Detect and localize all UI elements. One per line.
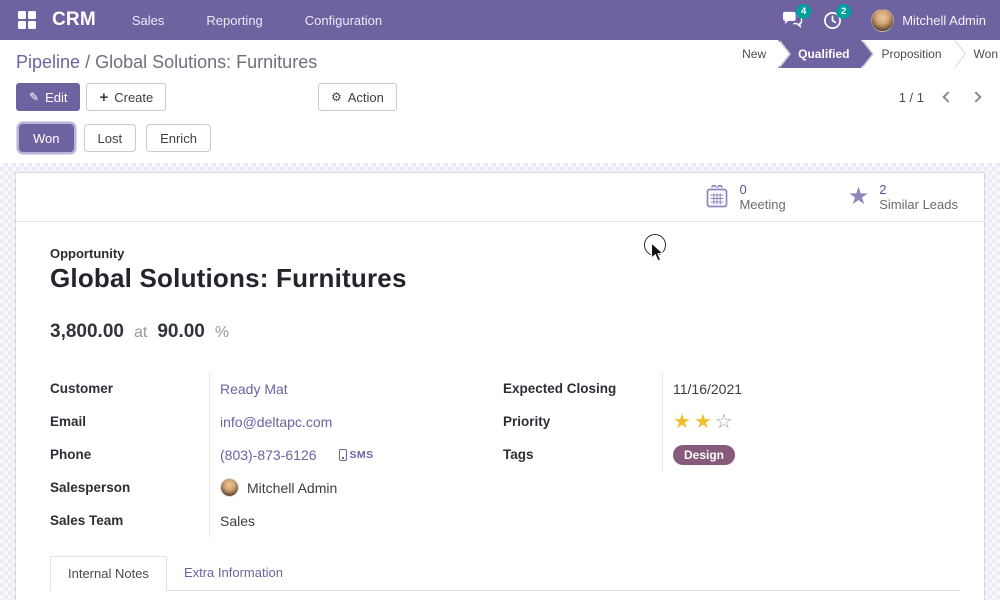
plus-icon: +: [99, 89, 108, 106]
percent-sign: %: [215, 324, 229, 342]
sms-label: SMS: [350, 449, 374, 461]
expected-closing-label: Expected Closing: [503, 381, 662, 396]
stage-qualified[interactable]: Qualified: [778, 40, 861, 68]
user-avatar: [871, 9, 894, 32]
sales-team-value: Sales: [220, 513, 255, 529]
activities-badge: 2: [836, 4, 851, 19]
expected-revenue: 3,800.00: [50, 321, 124, 343]
tags-label: Tags: [503, 447, 662, 462]
sheet-body: Opportunity Global Solutions: Furnitures…: [16, 222, 984, 591]
field-row-salesperson: Salesperson Mitchell Admin: [50, 471, 503, 504]
phone-label: Phone: [50, 447, 209, 462]
notebook-tabs: Internal NotesExtra Information: [50, 556, 960, 591]
activities-button[interactable]: 2: [817, 6, 847, 34]
amount-row: 3,800.00 at 90.00 %: [50, 321, 960, 343]
field-group-right: Expected Closing 11/16/2021 Priority ★★☆…: [503, 372, 960, 537]
create-button[interactable]: + Create: [86, 83, 166, 111]
top-navbar: CRM Sales Reporting Configuration 4 2 Mitc…: [0, 0, 1000, 40]
star-icon: ★: [848, 186, 870, 208]
user-menu[interactable]: Mitchell Admin: [871, 9, 986, 32]
email-label: Email: [50, 414, 209, 429]
action-button[interactable]: ⚙ Action: [318, 83, 397, 111]
stat-button-strip: 0 Meeting ★ 2 Similar Leads: [16, 173, 984, 222]
tag-badge-design: Design: [673, 445, 735, 465]
breadcrumb-current: Global Solutions: Furnitures: [95, 52, 317, 72]
stage-bar: NewQualifiedPropositionWon: [722, 40, 1000, 68]
pager: 1 / 1: [899, 90, 980, 105]
priority-star-2[interactable]: ★: [694, 412, 712, 432]
field-row-priority: Priority ★★☆: [503, 405, 960, 438]
calendar-icon: [705, 185, 729, 209]
page-title: Global Solutions: Furnitures: [50, 263, 960, 294]
breadcrumb-pipeline-link[interactable]: Pipeline: [16, 52, 80, 72]
field-row-email: Email info@deltapc.com: [50, 405, 503, 438]
similar-leads-count: 2: [879, 182, 958, 197]
navbar-menu-configuration[interactable]: Configuration: [305, 2, 382, 39]
salesperson-label: Salesperson: [50, 480, 209, 495]
breadcrumb-separator: /: [85, 52, 95, 72]
phone-value-link[interactable]: (803)-873-6126: [220, 447, 317, 463]
priority-star-3[interactable]: ☆: [715, 412, 733, 432]
customer-label: Customer: [50, 381, 209, 396]
email-value-link[interactable]: info@deltapc.com: [220, 414, 332, 430]
stat-text: 2 Similar Leads: [879, 182, 958, 212]
meeting-label: Meeting: [739, 197, 785, 212]
priority-star-1[interactable]: ★: [673, 412, 691, 432]
navbar-menu-sales[interactable]: Sales: [132, 2, 165, 39]
messages-button[interactable]: 4: [777, 6, 807, 34]
edit-button[interactable]: ✎ Edit: [16, 83, 80, 111]
mobile-phone-icon: [339, 449, 347, 461]
status-button-lost[interactable]: Lost: [84, 124, 137, 152]
mouse-cursor-icon: [650, 242, 666, 263]
similar-leads-label: Similar Leads: [879, 197, 958, 212]
app-brand[interactable]: CRM: [52, 9, 96, 31]
pager-previous-icon[interactable]: [942, 91, 953, 102]
stage-new[interactable]: New: [722, 40, 778, 68]
expected-closing-value: 11/16/2021: [673, 381, 742, 397]
status-buttons: Won Lost Enrich: [16, 124, 211, 152]
status-button-enrich[interactable]: Enrich: [146, 124, 211, 152]
navbar-menus: Sales Reporting Configuration: [132, 2, 382, 39]
status-button-won[interactable]: Won: [19, 124, 74, 152]
field-row-sales-team: Sales Team Sales: [50, 504, 503, 537]
pager-next-icon[interactable]: [970, 91, 981, 102]
customer-value-link[interactable]: Ready Mat: [220, 381, 288, 397]
field-row-expected-closing: Expected Closing 11/16/2021: [503, 372, 960, 405]
control-panel: Pipeline / Global Solutions: Furnitures …: [0, 40, 1000, 163]
priority-label: Priority: [503, 414, 662, 429]
pencil-icon: ✎: [29, 90, 39, 104]
form-sheet: 0 Meeting ★ 2 Similar Leads Opportunity …: [15, 172, 985, 600]
field-columns: Customer Ready Mat Email info@deltapc.co…: [50, 372, 960, 537]
at-label: at: [134, 324, 147, 342]
crm-app-window: CRM Sales Reporting Configuration 4 2 Mitc…: [0, 0, 1000, 600]
sms-button[interactable]: SMS: [339, 449, 374, 461]
field-row-tags: Tags Design: [503, 438, 960, 471]
field-row-customer: Customer Ready Mat: [50, 372, 503, 405]
sales-team-label: Sales Team: [50, 513, 209, 528]
gear-icon: ⚙: [331, 90, 342, 104]
stat-text: 0 Meeting: [739, 182, 785, 212]
tab-extra-information[interactable]: Extra Information: [167, 556, 300, 591]
probability-value: 90.00: [157, 321, 205, 343]
apps-menu-icon[interactable]: [14, 7, 40, 33]
stage-proposition[interactable]: Proposition: [861, 40, 953, 68]
stat-button-meeting[interactable]: 0 Meeting: [689, 173, 801, 221]
salesperson-avatar: [220, 478, 239, 497]
actions-row: ✎ Edit + Create ⚙ Action 1 / 1: [16, 83, 984, 111]
messages-badge: 4: [796, 4, 811, 19]
grid-icon: [18, 11, 36, 29]
tab-internal-notes[interactable]: Internal Notes: [50, 556, 167, 591]
opportunity-type-label: Opportunity: [50, 246, 960, 261]
stat-button-similar-leads[interactable]: ★ 2 Similar Leads: [832, 173, 974, 221]
priority-stars: ★★☆: [673, 412, 733, 432]
salesperson-value: Mitchell Admin: [247, 480, 337, 496]
user-name: Mitchell Admin: [902, 13, 986, 28]
field-row-phone: Phone (803)-873-6126 SMS: [50, 438, 503, 471]
navbar-menu-reporting[interactable]: Reporting: [206, 2, 262, 39]
meeting-count: 0: [739, 182, 785, 197]
navbar-right: 4 2 Mitchell Admin: [777, 6, 986, 34]
pager-value: 1 / 1: [899, 90, 924, 105]
field-group-left: Customer Ready Mat Email info@deltapc.co…: [50, 372, 503, 537]
status-row: WonLostEnrich NewQualifiedPropositionWon: [16, 124, 984, 152]
